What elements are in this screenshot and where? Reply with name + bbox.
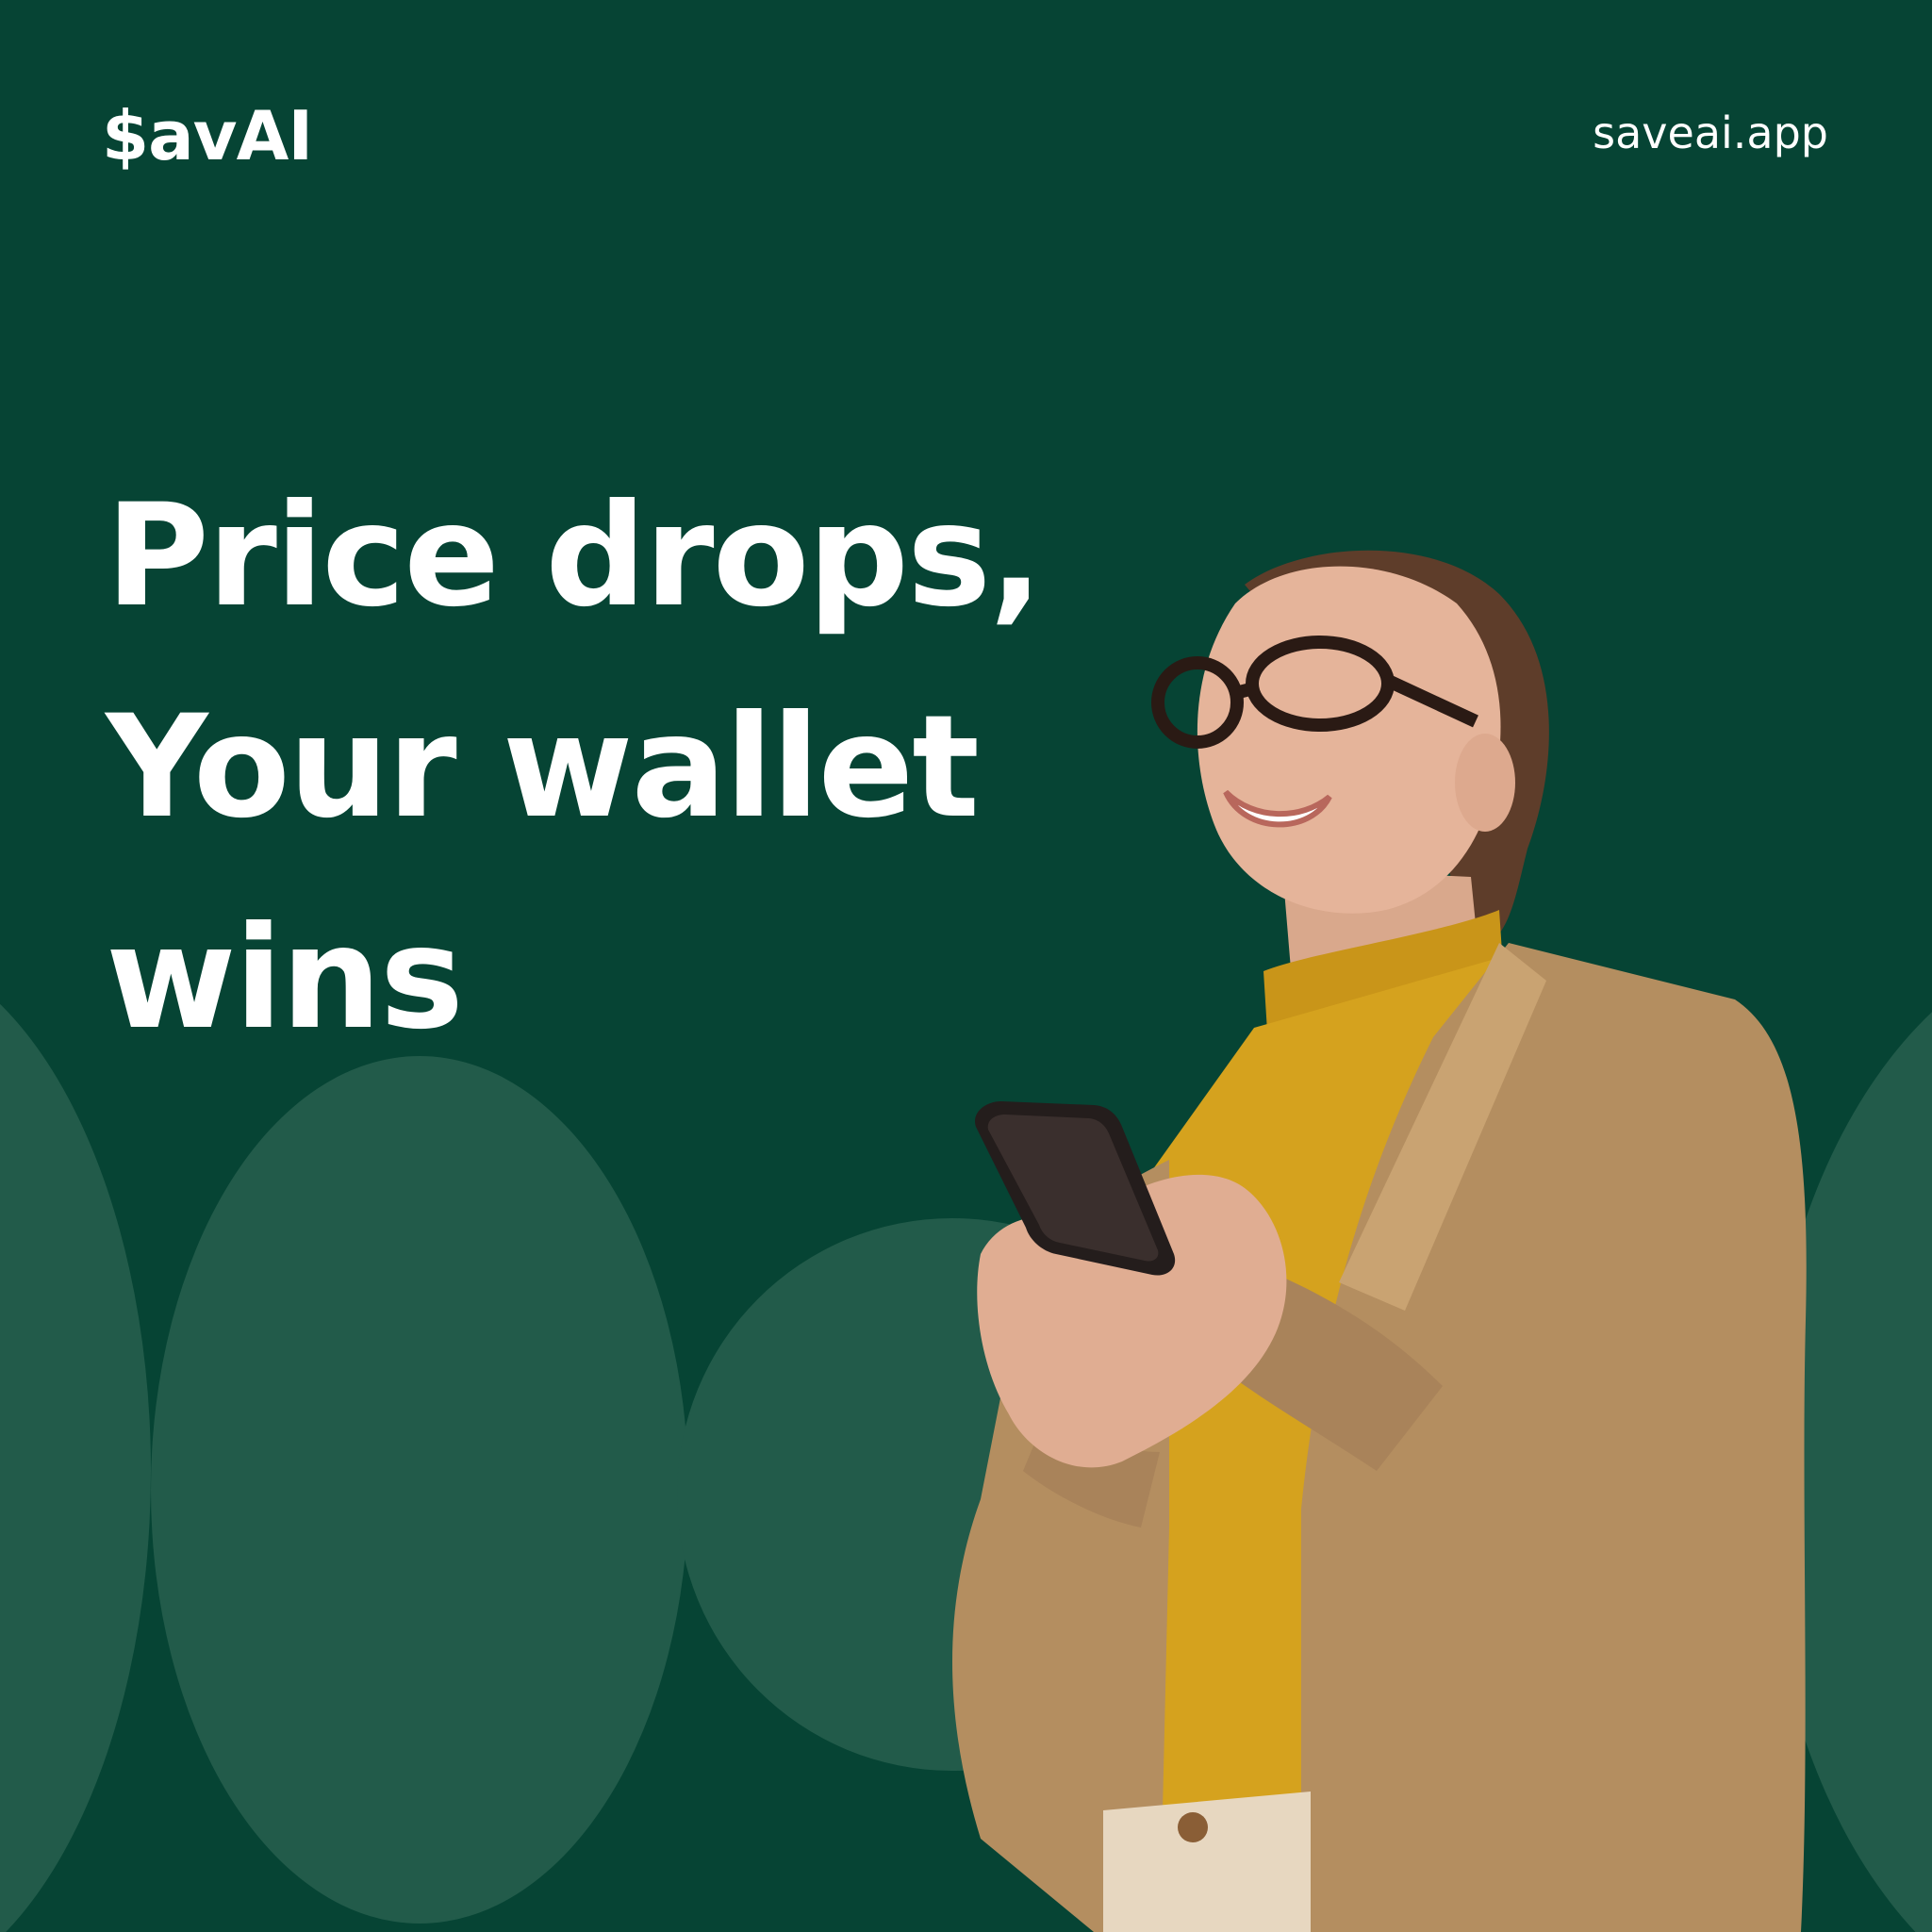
brand-logo: $avAI bbox=[102, 96, 313, 175]
website-url[interactable]: saveai.app bbox=[1593, 111, 1828, 155]
jacket-button-shape bbox=[1178, 1812, 1208, 1842]
face-shape bbox=[1197, 566, 1501, 914]
ad-canvas: $avAI saveai.app Price drops, Your walle… bbox=[0, 0, 1932, 1932]
ear-shape bbox=[1455, 734, 1515, 832]
headline: Price drops, Your wallet wins bbox=[106, 451, 1043, 1084]
headline-line-2: Your wallet bbox=[106, 685, 980, 850]
headline-line-1: Price drops, bbox=[106, 474, 1043, 638]
trousers-shape bbox=[1103, 1792, 1311, 1932]
headline-line-3: wins bbox=[106, 897, 464, 1061]
